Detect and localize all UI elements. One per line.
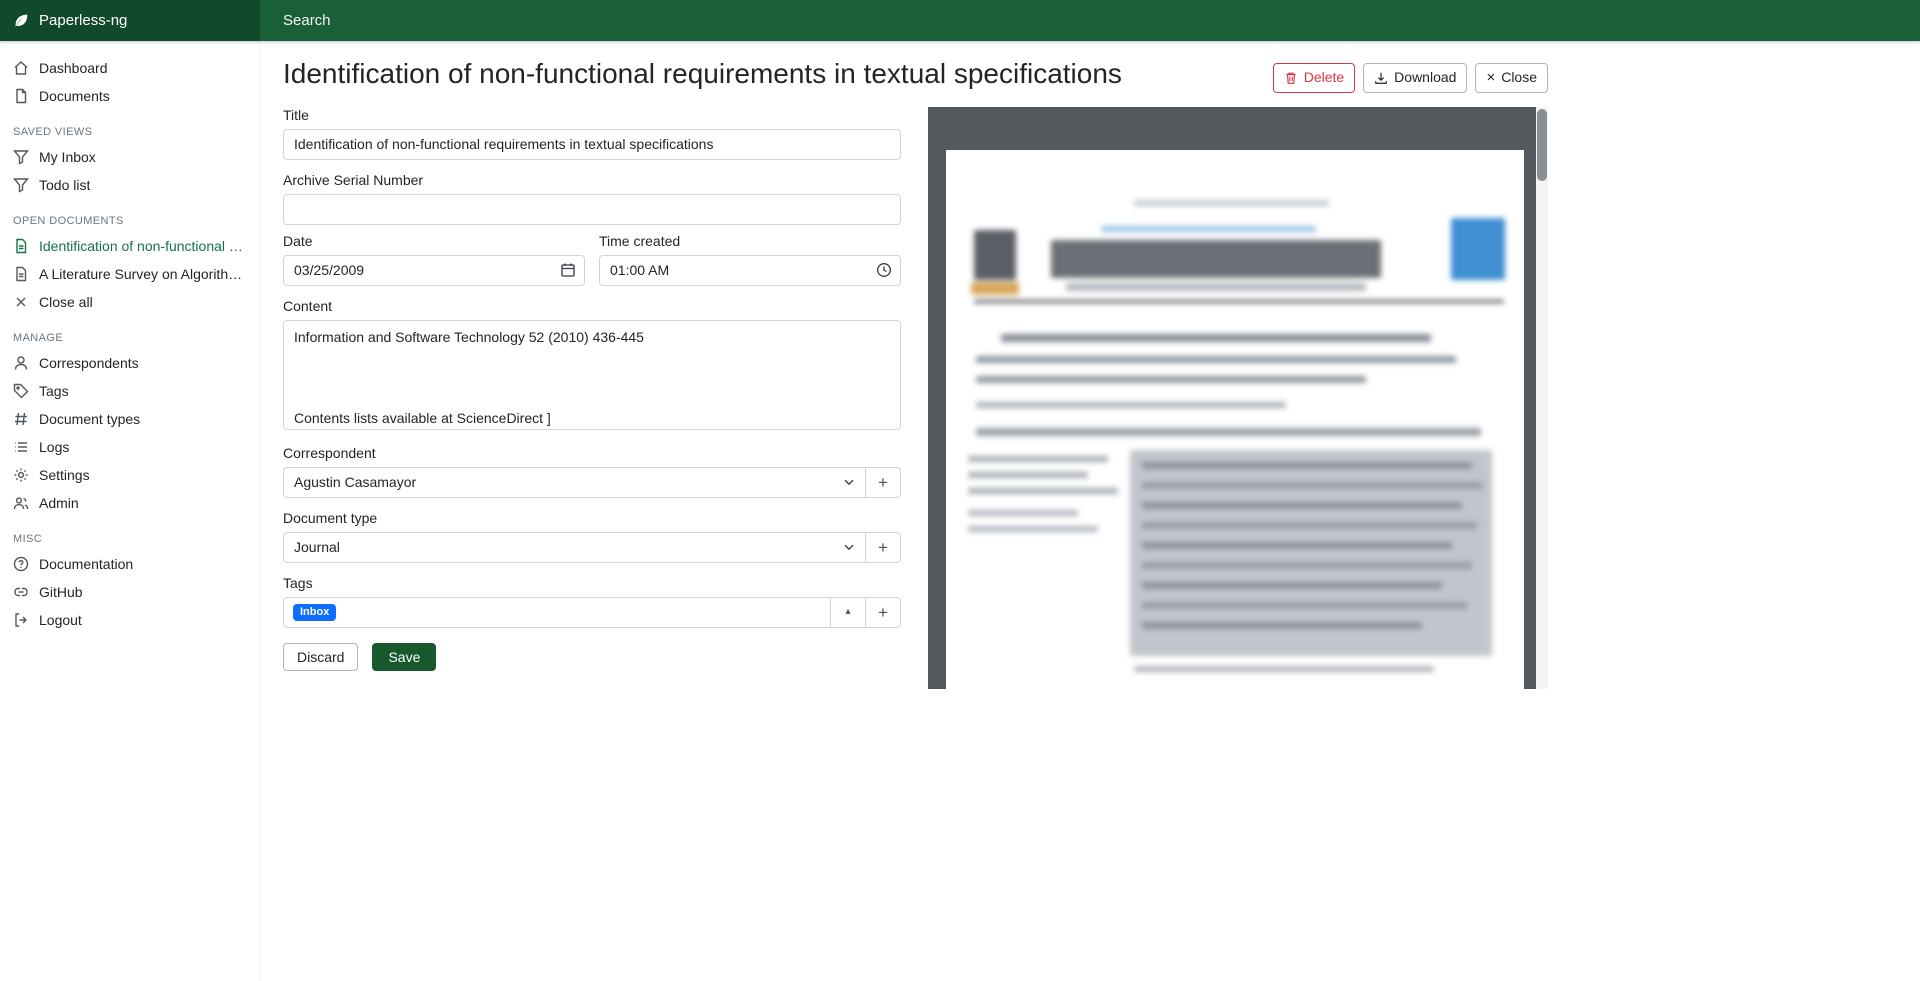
document-type-select[interactable]: Journal [283, 532, 866, 563]
date-label: Date [283, 233, 585, 249]
asn-label: Archive Serial Number [283, 172, 901, 188]
top-navbar: Paperless-ng [0, 0, 1920, 41]
sidebar-item-documents[interactable]: Documents [0, 82, 259, 110]
document-type-label: Document type [283, 510, 901, 526]
add-tag-button[interactable]: + [865, 597, 901, 628]
date-input[interactable] [283, 255, 585, 286]
sidebar-open-document-1[interactable]: Identification of non-functional require… [0, 232, 259, 260]
calendar-icon[interactable] [560, 262, 576, 278]
document-edit-form: Title Archive Serial Number Date Time cr… [283, 99, 901, 689]
sidebar-item-github[interactable]: GitHub [0, 578, 259, 606]
tag-icon [13, 383, 29, 399]
tag-badge-inbox[interactable]: Inbox [293, 604, 336, 621]
sidebar-item-my-inbox[interactable]: My Inbox [0, 143, 259, 171]
correspondent-label: Correspondent [283, 445, 901, 461]
sidebar-close-all[interactable]: Close all [0, 288, 259, 316]
title-label: Title [283, 107, 901, 123]
tags-label: Tags [283, 575, 901, 591]
discard-button[interactable]: Discard [283, 643, 358, 671]
tags-dropdown-toggle-button[interactable]: ▴ [830, 597, 866, 628]
sidebar-item-logout[interactable]: Logout [0, 606, 259, 634]
add-document-type-button[interactable]: + [865, 532, 901, 563]
add-correspondent-button[interactable]: + [865, 467, 901, 498]
sidebar-item-documentation[interactable]: Documentation [0, 550, 259, 578]
pdf-page [946, 150, 1524, 689]
people-icon [13, 495, 29, 511]
title-input[interactable] [283, 129, 901, 160]
preview-scrollbar[interactable] [1536, 107, 1548, 689]
sidebar-item-logs[interactable]: Logs [0, 433, 259, 461]
sidebar-item-tags[interactable]: Tags [0, 377, 259, 405]
asn-input[interactable] [283, 194, 901, 225]
download-icon [1374, 71, 1388, 85]
manage-header: MANAGE [0, 316, 259, 349]
list-icon [13, 439, 29, 455]
gear-icon [13, 467, 29, 483]
sidebar-open-document-2[interactable]: A Literature Survey on Algorithms for Mu… [0, 260, 259, 288]
sidebar-item-todo-list[interactable]: Todo list [0, 171, 259, 199]
time-created-label: Time created [599, 233, 901, 249]
trash-icon [1284, 71, 1298, 85]
document-preview[interactable] [928, 107, 1548, 689]
tags-input[interactable]: Inbox [283, 597, 831, 628]
plus-icon: + [878, 539, 888, 556]
save-button[interactable]: Save [372, 643, 436, 671]
app-logo[interactable]: Paperless-ng [0, 0, 260, 41]
correspondent-select[interactable]: Agustin Casamayor [283, 467, 866, 498]
person-icon [13, 355, 29, 371]
file-text-icon [13, 238, 29, 254]
plus-icon: + [878, 474, 888, 491]
sidebar-item-document-types[interactable]: Document types [0, 405, 259, 433]
content-textarea[interactable]: Information and Software Technology 52 (… [283, 320, 901, 430]
file-icon [13, 88, 29, 104]
file-text-icon [13, 266, 29, 282]
time-created-input[interactable] [599, 255, 901, 286]
link-icon [13, 584, 29, 600]
sidebar-item-admin[interactable]: Admin [0, 489, 259, 517]
search-input[interactable] [281, 11, 701, 30]
paperless-leaf-icon [13, 12, 30, 29]
sidebar-item-settings[interactable]: Settings [0, 461, 259, 489]
sidebar-item-correspondents[interactable]: Correspondents [0, 349, 259, 377]
sidebar-item-dashboard[interactable]: Dashboard [0, 54, 259, 82]
question-circle-icon [13, 556, 29, 572]
download-button[interactable]: Download [1363, 63, 1467, 93]
misc-header: MISC [0, 517, 259, 550]
logout-door-icon [13, 612, 29, 628]
content-label: Content [283, 298, 901, 314]
blurred-pdf-content [946, 150, 1524, 689]
hash-icon [13, 411, 29, 427]
preview-scrollbar-thumb[interactable] [1537, 109, 1547, 181]
caret-up-icon: ▴ [845, 607, 850, 617]
delete-button[interactable]: Delete [1273, 63, 1355, 93]
funnel-icon [13, 177, 29, 193]
close-button[interactable]: × Close [1475, 63, 1548, 93]
plus-icon: + [878, 604, 888, 621]
sidebar: Dashboard Documents SAVED VIEWS My Inbox… [0, 41, 260, 981]
close-icon: × [1486, 70, 1495, 85]
page-title: Identification of non-functional require… [283, 56, 1122, 91]
open-documents-header: OPEN DOCUMENTS [0, 199, 259, 232]
clock-icon[interactable] [876, 262, 892, 278]
app-title: Paperless-ng [39, 12, 127, 29]
funnel-icon [13, 149, 29, 165]
close-icon [13, 294, 29, 310]
saved-views-header: SAVED VIEWS [0, 110, 259, 143]
main-content: Identification of non-functional require… [260, 41, 1548, 689]
home-icon [13, 60, 29, 76]
